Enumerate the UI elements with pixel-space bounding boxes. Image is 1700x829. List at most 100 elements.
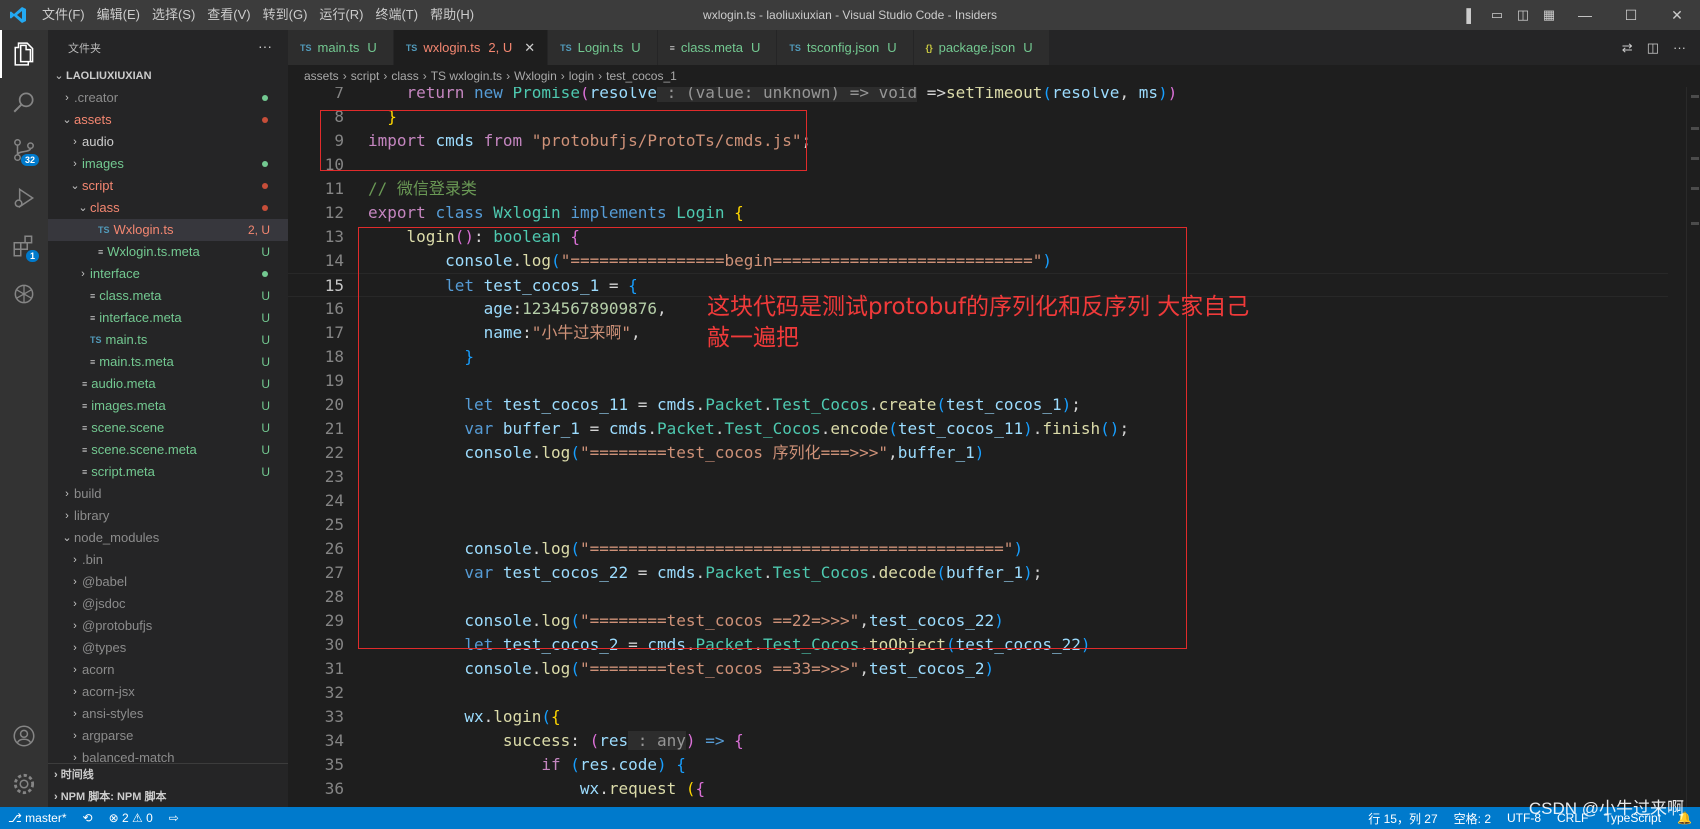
menu-item[interactable]: 查看(V): [201, 0, 256, 30]
folder-item[interactable]: › .creator: [48, 87, 288, 109]
live-share-icon[interactable]: ⇨: [161, 811, 187, 825]
menu-item[interactable]: 帮助(H): [424, 0, 480, 30]
folder-item[interactable]: ⌄ script: [48, 175, 288, 197]
toggle-secondary-sidebar-icon[interactable]: ◫: [1510, 7, 1536, 23]
folder-item[interactable]: › library: [48, 505, 288, 527]
tree-item-label: main.ts.meta: [99, 354, 174, 369]
line-number: 25: [324, 515, 344, 534]
file-item[interactable]: ≡ audio.meta U: [48, 373, 288, 395]
import-highlight-box: [320, 110, 807, 171]
branch-indicator[interactable]: ⎇ master*: [0, 811, 75, 825]
indentation[interactable]: 空格: 2: [1446, 810, 1499, 827]
file-item[interactable]: TS main.ts U: [48, 329, 288, 351]
menu-item[interactable]: 编辑(E): [91, 0, 146, 30]
folder-item[interactable]: › acorn: [48, 659, 288, 681]
folder-item[interactable]: ⌄ node_modules: [48, 527, 288, 549]
close-window-button[interactable]: ✕: [1654, 0, 1700, 30]
menu-item[interactable]: 文件(F): [36, 0, 91, 30]
editor-tab[interactable]: TS Login.ts U: [548, 30, 658, 65]
chatgpt-icon[interactable]: [0, 270, 48, 318]
menu-item[interactable]: 运行(R): [313, 0, 369, 30]
menu-bar: 文件(F) 编辑(E) 选择(S) 查看(V) 转到(G) 运行(R) 终端(T) 帮助(H): [36, 0, 480, 30]
menu-item[interactable]: 终端(T): [369, 0, 424, 30]
folder-item[interactable]: › @types: [48, 637, 288, 659]
toggle-sidebar-icon[interactable]: ▌: [1458, 8, 1484, 23]
chevron-right-icon: ›: [73, 686, 77, 698]
tree-item-label: acorn: [82, 662, 115, 677]
more-actions-icon[interactable]: ···: [258, 38, 272, 54]
file-item[interactable]: ≡ class.meta U: [48, 285, 288, 307]
code-editor[interactable]: 7 return new Promise(resolve : (value: u…: [288, 87, 1700, 807]
code-text: console.log("========test_cocos ==33=>>>…: [368, 657, 994, 681]
folder-item[interactable]: › interface: [48, 263, 288, 285]
folder-item[interactable]: ⌄ assets: [48, 109, 288, 131]
customize-layout-icon[interactable]: ▦: [1536, 7, 1562, 23]
file-item[interactable]: ≡ scene.scene.meta U: [48, 439, 288, 461]
breadcrumb-item[interactable]: Wxlogin: [514, 69, 557, 83]
explorer-icon[interactable]: [0, 30, 48, 78]
split-editor-icon[interactable]: ◫: [1647, 40, 1659, 56]
source-control-icon[interactable]: 32: [0, 126, 48, 174]
folder-item[interactable]: › acorn-jsx: [48, 681, 288, 703]
compare-changes-icon[interactable]: ⇄: [1622, 40, 1633, 56]
editor-scrollbar[interactable]: [1686, 87, 1700, 807]
tree-item-label: class.meta: [99, 288, 162, 303]
breadcrumb-item[interactable]: assets: [304, 69, 339, 83]
git-status-badge: U: [261, 333, 270, 347]
file-icon: ≡: [90, 313, 96, 323]
editor-tab[interactable]: {} package.json U: [913, 30, 1050, 65]
tree-item-label: acorn-jsx: [82, 684, 135, 699]
more-editor-actions-icon[interactable]: ···: [1673, 40, 1686, 55]
folder-item[interactable]: › argparse: [48, 725, 288, 747]
extensions-icon[interactable]: 1: [0, 222, 48, 270]
breadcrumb-item[interactable]: login: [569, 69, 594, 83]
maximize-button[interactable]: ☐: [1608, 0, 1654, 30]
editor-tab[interactable]: ≡ class.meta U: [657, 30, 778, 65]
toggle-panel-icon[interactable]: ▭: [1484, 7, 1510, 23]
sync-icon[interactable]: ⟲: [75, 811, 101, 825]
line-number: 20: [324, 395, 344, 414]
file-item[interactable]: ≡ Wxlogin.ts.meta U: [48, 241, 288, 263]
breadcrumb-item[interactable]: class: [391, 69, 418, 83]
folder-item[interactable]: › audio: [48, 131, 288, 153]
folder-item[interactable]: › @jsdoc: [48, 593, 288, 615]
editor-tab[interactable]: TS wxlogin.ts 2, U ✕: [393, 30, 549, 65]
folder-item[interactable]: › build: [48, 483, 288, 505]
search-icon[interactable]: [0, 78, 48, 126]
file-item[interactable]: ≡ scene.scene U: [48, 417, 288, 439]
timeline-section[interactable]: › 时间线: [48, 764, 288, 786]
editor-tab[interactable]: TS main.ts U: [288, 30, 394, 65]
file-item[interactable]: TS Wxlogin.ts 2, U: [48, 219, 288, 241]
breadcrumb-item[interactable]: test_cocos_1: [606, 69, 677, 83]
code-token: login: [493, 707, 542, 726]
folder-item[interactable]: › @protobufjs: [48, 615, 288, 637]
problems-indicator[interactable]: ⊗ 2 ⚠ 0: [101, 811, 161, 825]
breadcrumb-item[interactable]: TS wxlogin.ts: [431, 69, 502, 83]
folder-item[interactable]: › .bin: [48, 549, 288, 571]
folder-item[interactable]: › @babel: [48, 571, 288, 593]
code-line: 7 return new Promise(resolve : (value: u…: [288, 87, 1668, 105]
account-icon[interactable]: [0, 712, 48, 760]
settings-gear-icon[interactable]: [0, 760, 48, 808]
folder-item[interactable]: ⌄ class: [48, 197, 288, 219]
folder-item[interactable]: › images: [48, 153, 288, 175]
menu-item[interactable]: 转到(G): [257, 0, 314, 30]
file-item[interactable]: ≡ images.meta U: [48, 395, 288, 417]
cursor-position[interactable]: 行 15，列 27: [1360, 810, 1445, 827]
menu-item[interactable]: 选择(S): [146, 0, 201, 30]
close-tab-icon[interactable]: ✕: [524, 40, 535, 56]
npm-scripts-section[interactable]: › NPM 脚本: NPM 脚本: [48, 786, 288, 807]
breadcrumb-item[interactable]: script: [351, 69, 380, 83]
workspace-root[interactable]: ⌄ LAOLIUXIUXIAN: [48, 65, 288, 87]
file-item[interactable]: ≡ interface.meta U: [48, 307, 288, 329]
run-debug-icon[interactable]: [0, 174, 48, 222]
code-token: ): [984, 659, 995, 678]
editor-tab[interactable]: TS tsconfig.json U: [777, 30, 914, 65]
file-item[interactable]: ≡ main.ts.meta U: [48, 351, 288, 373]
minimize-button[interactable]: —: [1562, 0, 1608, 30]
line-number: 16: [324, 299, 344, 318]
file-item[interactable]: ≡ script.meta U: [48, 461, 288, 483]
folder-item[interactable]: › ansi-styles: [48, 703, 288, 725]
